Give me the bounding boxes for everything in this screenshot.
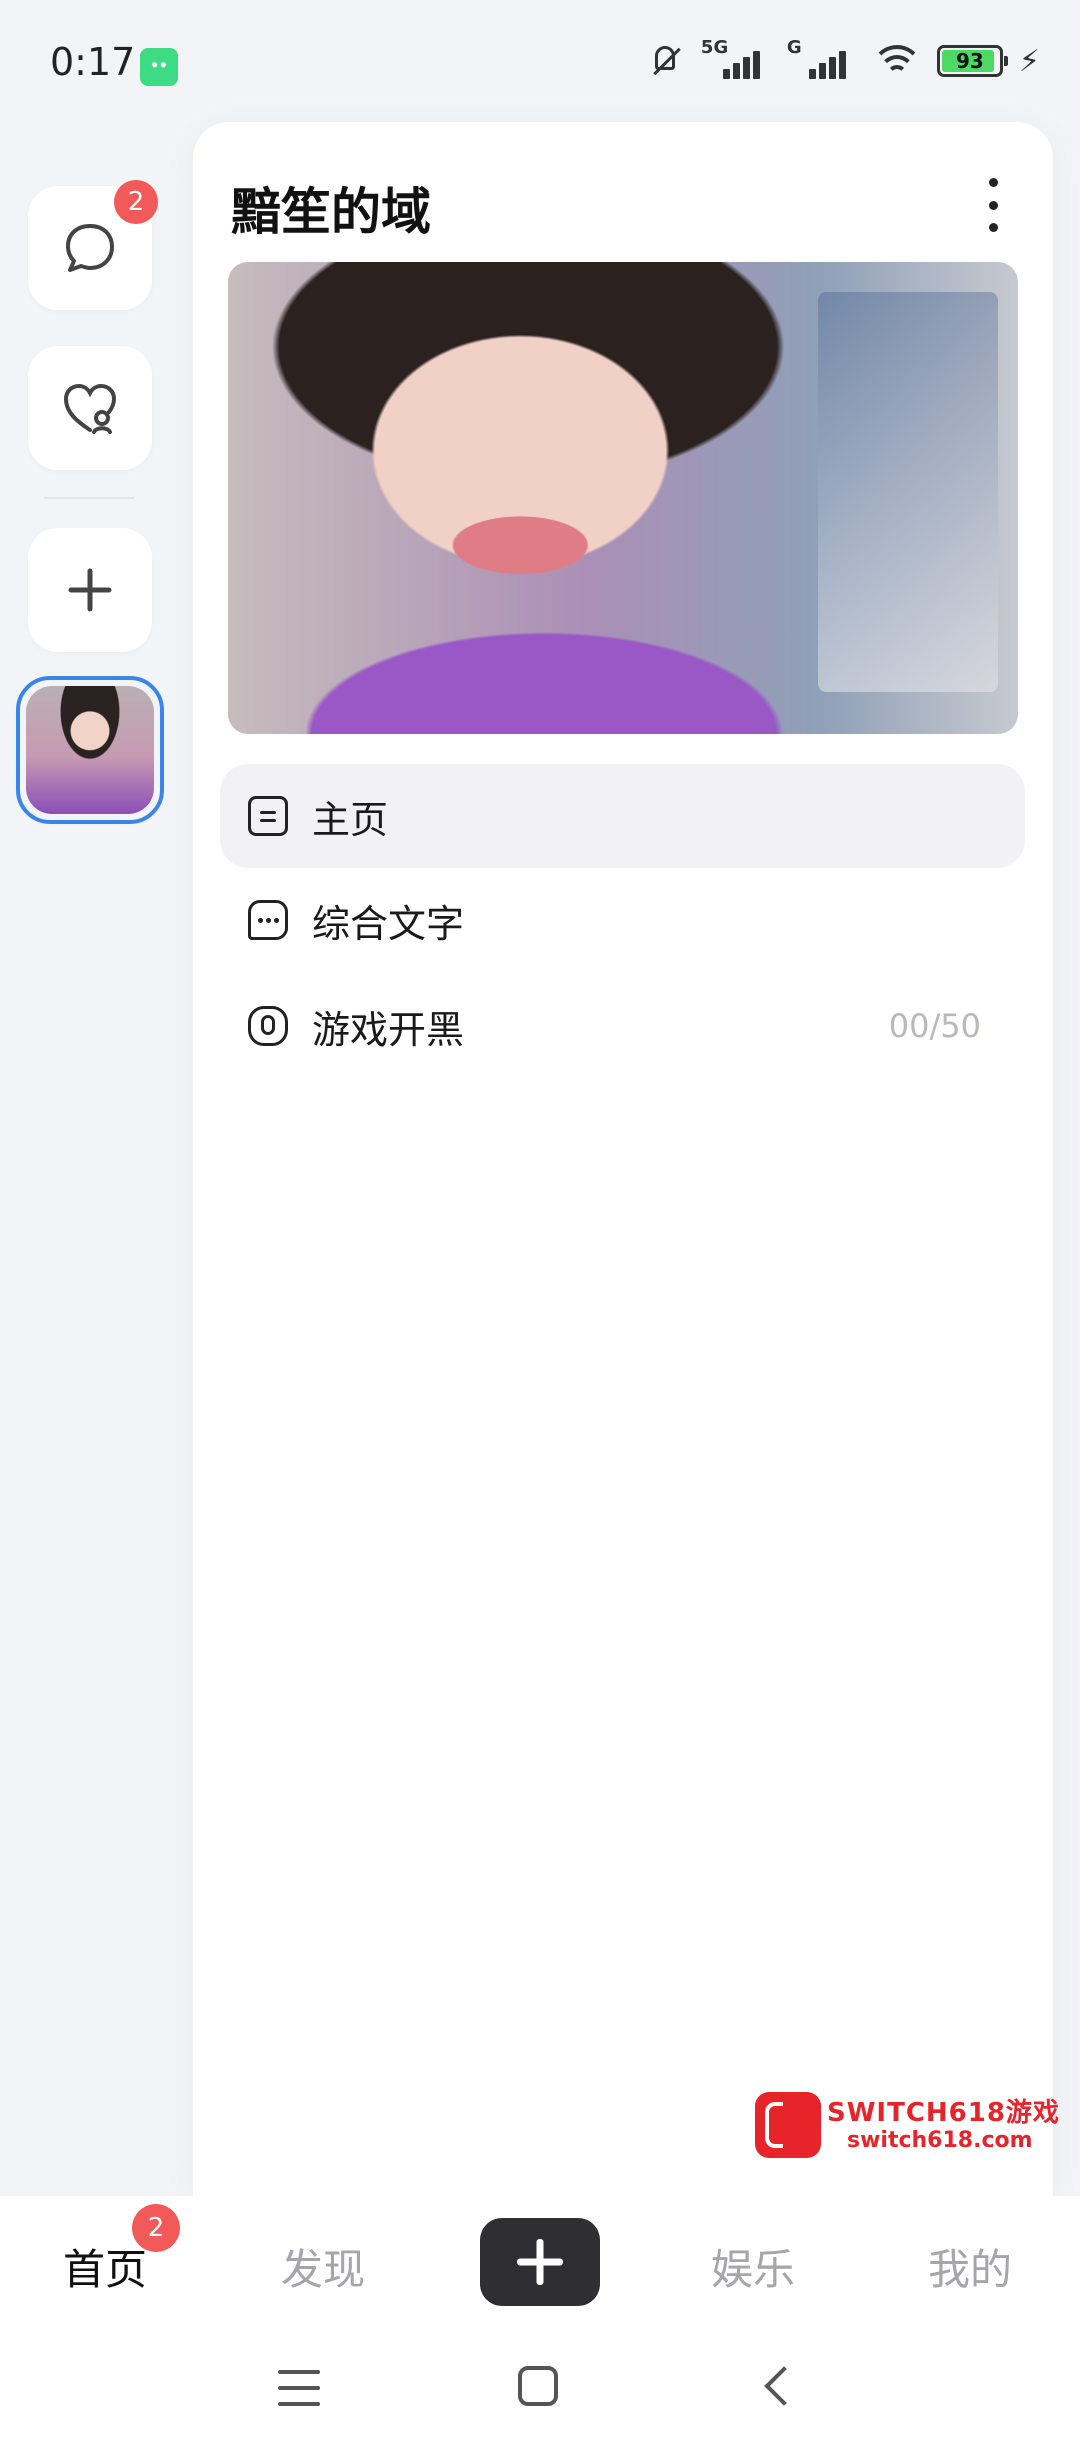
battery-icon: 93 bbox=[936, 45, 1008, 77]
tab-discover[interactable]: 发现 bbox=[281, 2236, 365, 2297]
signal-g-label: G bbox=[786, 37, 802, 58]
signal-g-icon: G bbox=[787, 37, 857, 79]
channel-item-home[interactable]: 主页 bbox=[220, 764, 1025, 868]
messages-badge: 2 bbox=[114, 180, 158, 224]
signal-5g-label: 5G bbox=[700, 37, 729, 58]
channel-label: 游戏开黑 bbox=[312, 1007, 465, 1052]
signal-5g-icon: 5G bbox=[701, 37, 771, 79]
channel-label: 综合文字 bbox=[312, 901, 465, 946]
voice-member-count: 00/50 bbox=[888, 1007, 981, 1045]
home-tab-badge: 2 bbox=[132, 2204, 180, 2252]
watermark-url: switch618.com bbox=[847, 2128, 1033, 2153]
status-time: 0:17 bbox=[50, 40, 136, 84]
more-options-icon[interactable] bbox=[983, 178, 1003, 232]
tab-home[interactable]: 首页 bbox=[63, 2236, 147, 2297]
avatar-image bbox=[26, 686, 154, 814]
switch-logo-icon bbox=[755, 2092, 821, 2158]
domain-avatar[interactable] bbox=[16, 676, 164, 824]
domain-title: 黯笙的域 bbox=[231, 183, 431, 241]
rail-divider bbox=[44, 497, 134, 499]
plus-icon bbox=[68, 568, 112, 612]
messages-button[interactable]: 2 bbox=[28, 180, 158, 310]
document-icon bbox=[248, 796, 288, 836]
chat-bubble-icon bbox=[248, 900, 288, 940]
watermark-title: SWITCH618游戏 bbox=[827, 2098, 1060, 2128]
create-post-button[interactable] bbox=[480, 2218, 600, 2306]
domain-banner-image bbox=[228, 262, 1018, 734]
battery-level: 93 bbox=[956, 49, 984, 73]
home-button[interactable] bbox=[518, 2366, 558, 2406]
muted-bell-icon bbox=[647, 42, 685, 80]
channel-item-general-text[interactable]: 综合文字 bbox=[220, 868, 1025, 972]
bottom-tab-bar: 首页 2 发现 娱乐 我的 bbox=[0, 2196, 1080, 2326]
charging-icon: ⚡ bbox=[1018, 43, 1040, 79]
status-icons: 5G G 93 ⚡ bbox=[647, 37, 1040, 80]
heart-user-icon bbox=[63, 383, 117, 434]
watermark: SWITCH618游戏 switch618.com bbox=[755, 2092, 1065, 2162]
chat-bubble-icon bbox=[66, 224, 114, 272]
system-navigation-bar bbox=[0, 2326, 1080, 2460]
recent-apps-button[interactable] bbox=[278, 2370, 320, 2406]
add-domain-button[interactable] bbox=[28, 528, 152, 652]
status-bar: 0:17 5G G 93 ⚡ bbox=[0, 0, 1080, 130]
favorites-button[interactable] bbox=[28, 346, 152, 470]
android-icon bbox=[140, 48, 178, 86]
channel-label: 主页 bbox=[312, 797, 389, 842]
tab-entertainment[interactable]: 娱乐 bbox=[711, 2236, 795, 2297]
domain-panel: 黯笙的域 主页 综合文字 游戏开黑 00/50 bbox=[193, 122, 1053, 2197]
back-button[interactable] bbox=[764, 2366, 804, 2406]
microphone-icon bbox=[248, 1006, 288, 1046]
tab-mine[interactable]: 我的 bbox=[928, 2236, 1012, 2297]
channel-item-gaming-voice[interactable]: 游戏开黑 00/50 bbox=[220, 974, 1025, 1078]
wifi-icon bbox=[872, 43, 921, 79]
